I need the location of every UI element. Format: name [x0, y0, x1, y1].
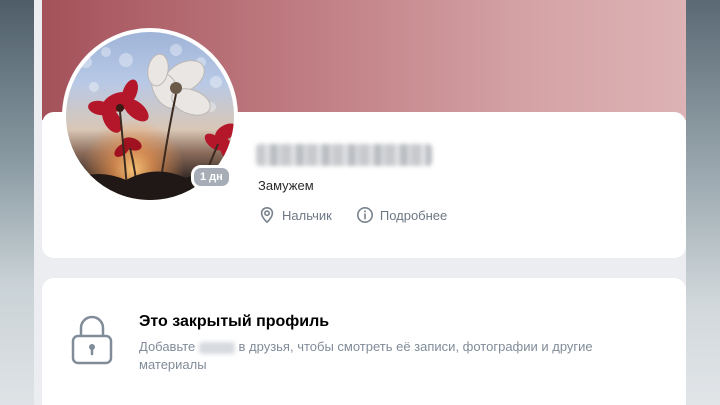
lock-icon [71, 315, 113, 365]
more-info-link[interactable]: Подробнее [356, 206, 447, 224]
closed-text-before: Добавьте [139, 339, 196, 354]
relationship-status: Замужем [258, 178, 314, 193]
more-info-label: Подробнее [379, 207, 448, 223]
right-letterbox [686, 0, 720, 405]
closed-profile-title: Это закрытый профиль [139, 313, 330, 330]
blurred-name-inline [198, 341, 235, 354]
profile-name-blurred [256, 144, 432, 166]
last-seen-badge: 1 дн [191, 165, 232, 189]
location-pin-icon [260, 206, 274, 224]
closed-profile-text: Добавьте в друзья, чтобы смотреть её зап… [139, 338, 619, 374]
profile-meta-row: Нальчик Подробнее [258, 206, 447, 224]
info-icon [356, 206, 373, 224]
location-label: Нальчик [282, 207, 332, 223]
location-item[interactable]: Нальчик [258, 206, 332, 224]
left-letterbox [0, 0, 34, 405]
